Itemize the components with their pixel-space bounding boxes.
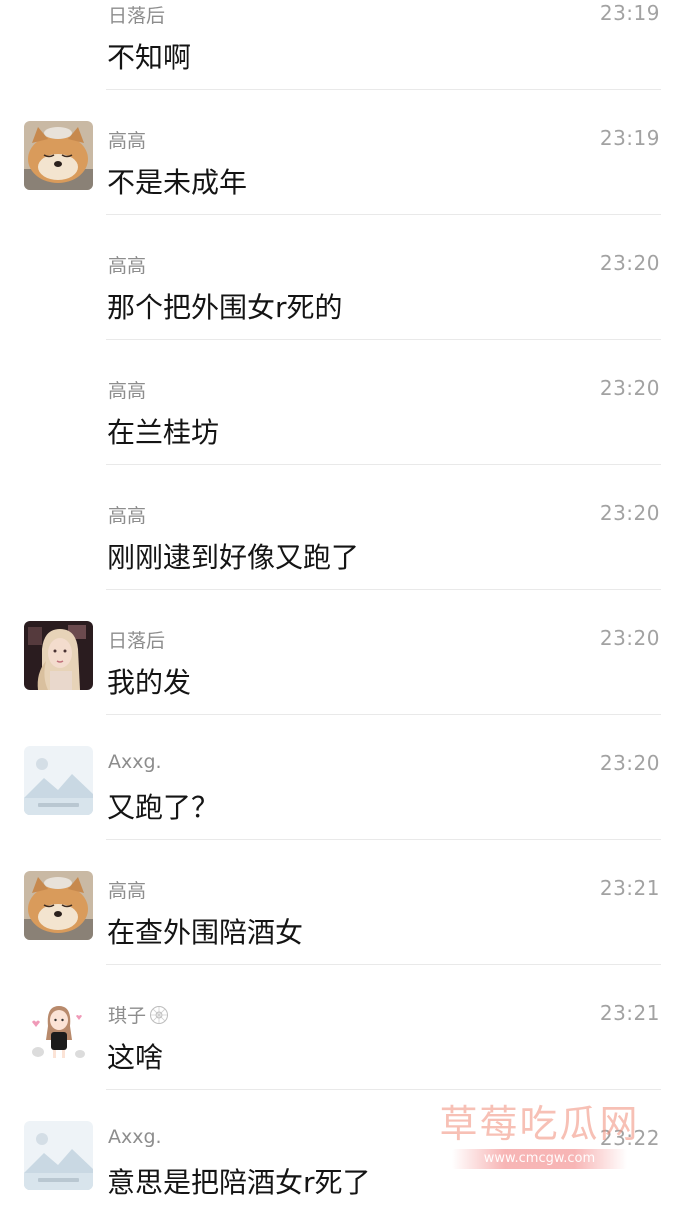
sender-name[interactable]: 日落后 (108, 1, 165, 28)
chat-message[interactable]: 高高 23:21 在查外围陪酒女 (0, 840, 687, 965)
sender-name[interactable]: Axxg. (108, 1126, 162, 1148)
chat-message[interactable]: 高高 23:20 在兰桂坊 (0, 340, 687, 465)
chat-message[interactable]: 高高 23:20 刚刚逮到好像又跑了 (0, 465, 687, 590)
message-text: 又跑了？ (107, 791, 220, 824)
chat-message[interactable]: 日落后 23:19 不知啊 (0, 0, 687, 90)
avatar-cartoon-girl[interactable] (24, 996, 93, 1065)
site-watermark: 草莓吃瓜网 www.cmcgw.com (432, 1093, 647, 1175)
avatar-shiba-dog[interactable] (24, 871, 93, 940)
sender-name[interactable]: 高高 (108, 876, 146, 903)
message-text: 刚刚逮到好像又跑了 (107, 541, 360, 574)
sender-name[interactable]: 日落后 (108, 626, 165, 653)
avatar-blonde-girl-photo[interactable] (24, 621, 93, 690)
message-text: 意思是把陪酒女r死了 (107, 1166, 371, 1199)
chat-message[interactable]: 高高 23:20 那个把外围女r死的 (0, 215, 687, 340)
message-text: 那个把外围女r死的 (107, 291, 343, 324)
message-time: 23:20 (599, 376, 660, 400)
message-time: 23:20 (599, 251, 660, 275)
message-time: 23:21 (599, 876, 660, 900)
sender-name[interactable]: 高高 (108, 251, 146, 278)
spiral-badge-icon (149, 1005, 169, 1030)
watermark-url: www.cmcgw.com (452, 1149, 627, 1169)
sender-name[interactable]: 高高 (108, 126, 146, 153)
message-text: 在查外围陪酒女 (107, 916, 304, 949)
avatar-placeholder-landscape[interactable] (24, 746, 93, 815)
sender-name[interactable]: 高高 (108, 376, 146, 403)
message-text: 不是未成年 (107, 166, 248, 199)
message-time: 23:20 (599, 626, 660, 650)
chat-message[interactable]: Axxg. 23:20 又跑了？ (0, 715, 687, 840)
avatar-placeholder-landscape[interactable] (24, 1121, 93, 1190)
chat-message[interactable]: 日落后 23:20 我的发 (0, 590, 687, 715)
message-time: 23:20 (599, 501, 660, 525)
chat-message-list: 日落后 23:19 不知啊 高高 23:19 不是未成年 高高 23:20 那个… (0, 0, 687, 1215)
chat-message[interactable]: 琪子 23:21 这啥 (0, 965, 687, 1090)
message-text: 我的发 (107, 666, 192, 699)
message-text: 不知啊 (107, 41, 192, 74)
message-time: 23:21 (599, 1001, 660, 1025)
sender-name[interactable]: Axxg. (108, 751, 162, 773)
message-text: 在兰桂坊 (107, 416, 220, 449)
watermark-title: 草莓吃瓜网 (439, 1102, 640, 1146)
message-time: 23:19 (599, 126, 660, 150)
message-time: 23:19 (599, 1, 660, 25)
sender-name-text: 琪子 (108, 1005, 147, 1027)
sender-name[interactable]: 琪子 (108, 1001, 169, 1030)
message-time: 23:20 (599, 751, 660, 775)
chat-message[interactable]: 高高 23:19 不是未成年 (0, 90, 687, 215)
avatar-shiba-dog[interactable] (24, 121, 93, 190)
sender-name[interactable]: 高高 (108, 501, 146, 528)
message-text: 这啥 (107, 1041, 164, 1074)
